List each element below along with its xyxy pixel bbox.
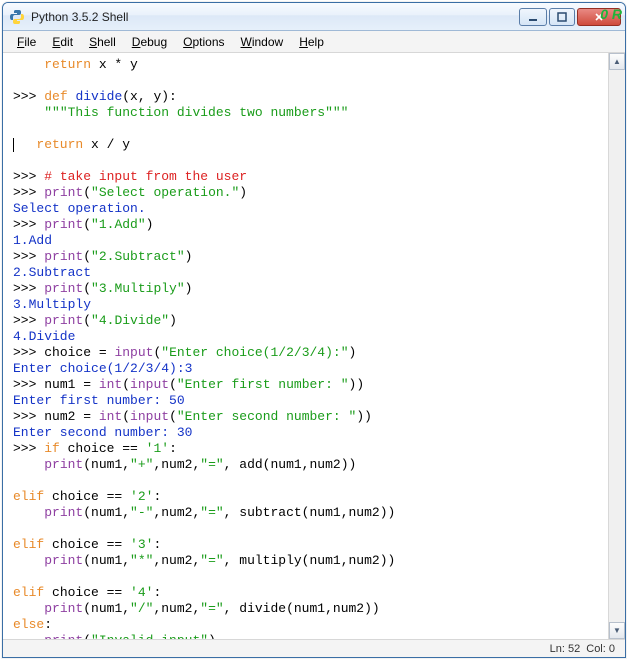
code-line: print("Invalid input") xyxy=(13,633,602,639)
titlebar[interactable]: Python 3.5.2 Shell xyxy=(3,3,625,31)
menu-options[interactable]: Options xyxy=(175,33,232,51)
menu-debug[interactable]: Debug xyxy=(124,33,175,51)
code-line xyxy=(13,73,602,89)
code-text[interactable]: return x * y >>> def divide(x, y): """Th… xyxy=(3,53,608,639)
python-shell-window: Python 3.5.2 Shell File Edit Shell Debug… xyxy=(2,2,626,658)
menubar: File Edit Shell Debug Options Window Hel… xyxy=(3,31,625,53)
code-line: else: xyxy=(13,617,602,633)
code-line: >>> if choice == '1': xyxy=(13,441,602,457)
code-line: Enter second number: 30 xyxy=(13,425,602,441)
code-line: """This function divides two numbers""" xyxy=(13,105,602,121)
window-title: Python 3.5.2 Shell xyxy=(31,10,517,24)
editor-area: return x * y >>> def divide(x, y): """Th… xyxy=(3,53,625,639)
code-line: 3.Multiply xyxy=(13,297,602,313)
code-line: print(num1,"+",num2,"=", add(num1,num2)) xyxy=(13,457,602,473)
code-line: >>> choice = input("Enter choice(1/2/3/4… xyxy=(13,345,602,361)
scroll-up-button[interactable]: ▲ xyxy=(609,53,625,70)
code-line: >>> print("2.Subtract") xyxy=(13,249,602,265)
window-controls xyxy=(517,8,621,26)
code-line: >>> print("Select operation.") xyxy=(13,185,602,201)
menu-shell[interactable]: Shell xyxy=(81,33,124,51)
code-line: elif choice == '2': xyxy=(13,489,602,505)
code-line: >>> # take input from the user xyxy=(13,169,602,185)
code-line: Enter first number: 50 xyxy=(13,393,602,409)
code-line xyxy=(13,569,602,585)
status-line: Ln: 52 xyxy=(550,643,581,655)
code-line xyxy=(13,153,602,169)
statusbar: Ln: 52 Col: 0 xyxy=(3,639,625,657)
code-line: >>> print("1.Add") xyxy=(13,217,602,233)
vertical-scrollbar[interactable]: ▲ ▼ xyxy=(608,53,625,639)
menu-file[interactable]: File xyxy=(9,33,44,51)
code-line: print(num1,"-",num2,"=", subtract(num1,n… xyxy=(13,505,602,521)
status-col: Col: 0 xyxy=(586,643,615,655)
code-line: >>> print("3.Multiply") xyxy=(13,281,602,297)
scroll-down-button[interactable]: ▼ xyxy=(609,622,625,639)
code-line: 1.Add xyxy=(13,233,602,249)
code-line: return x * y xyxy=(13,57,602,73)
code-line xyxy=(13,521,602,537)
close-button[interactable] xyxy=(577,8,621,26)
code-line: Select operation. xyxy=(13,201,602,217)
code-line: elif choice == '3': xyxy=(13,537,602,553)
code-line: return x / y xyxy=(13,137,602,153)
maximize-button[interactable] xyxy=(549,8,575,26)
code-line xyxy=(13,473,602,489)
code-line: elif choice == '4': xyxy=(13,585,602,601)
code-line: 2.Subtract xyxy=(13,265,602,281)
code-line: 4.Divide xyxy=(13,329,602,345)
code-line: >>> print("4.Divide") xyxy=(13,313,602,329)
menu-edit[interactable]: Edit xyxy=(44,33,81,51)
code-line xyxy=(13,121,602,137)
code-line: >>> def divide(x, y): xyxy=(13,89,602,105)
minimize-button[interactable] xyxy=(519,8,547,26)
code-line: print(num1,"*",num2,"=", multiply(num1,n… xyxy=(13,553,602,569)
code-line: print(num1,"/",num2,"=", divide(num1,num… xyxy=(13,601,602,617)
menu-window[interactable]: Window xyxy=(233,33,292,51)
python-icon xyxy=(9,9,25,25)
code-line: >>> num1 = int(input("Enter first number… xyxy=(13,377,602,393)
menu-help[interactable]: Help xyxy=(291,33,332,51)
code-line: Enter choice(1/2/3/4):3 xyxy=(13,361,602,377)
code-line: >>> num2 = int(input("Enter second numbe… xyxy=(13,409,602,425)
